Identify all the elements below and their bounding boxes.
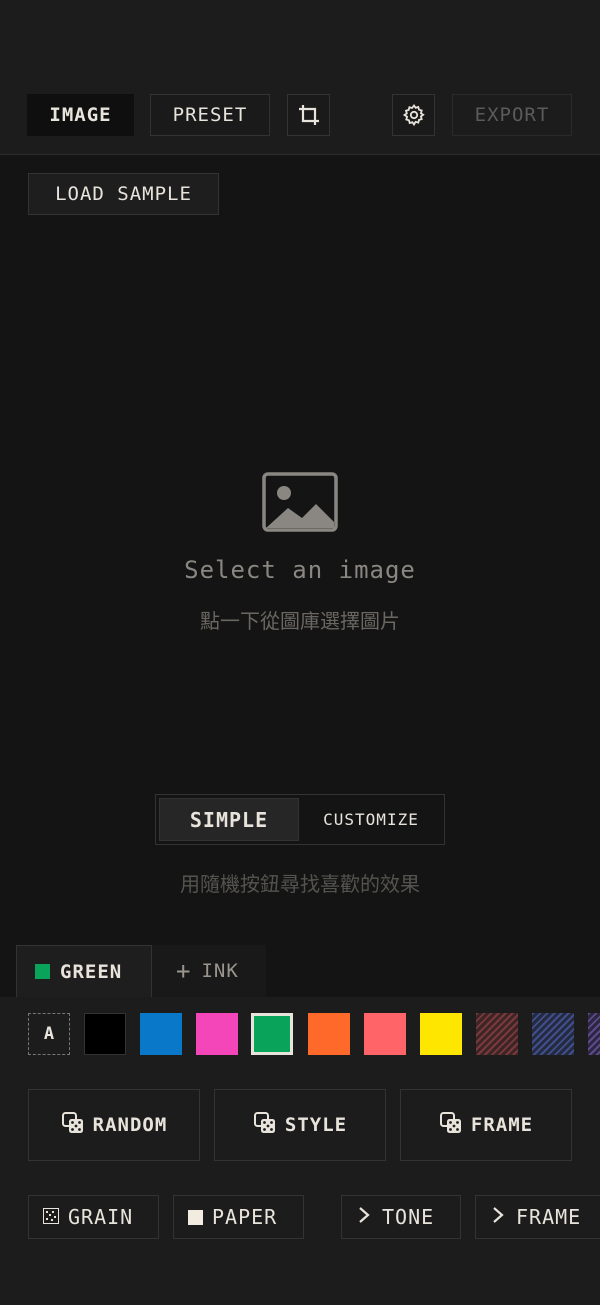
crop-button[interactable]	[287, 94, 330, 136]
color-swatch-row: A	[0, 997, 600, 1074]
tab-ink-label: INK	[201, 960, 239, 982]
load-sample-button[interactable]: LOAD SAMPLE	[28, 173, 219, 215]
swatch-coral[interactable]	[364, 1013, 406, 1055]
frame-label: FRAME	[470, 1114, 534, 1136]
paper-toggle[interactable]: PAPER	[173, 1195, 304, 1239]
swatch-hatched-blue[interactable]	[532, 1013, 574, 1055]
bottom-options-row: GRAIN PAPER TONE FRAME	[0, 1179, 600, 1305]
tone-expander[interactable]: TONE	[341, 1195, 461, 1239]
swatch-blue[interactable]	[140, 1013, 182, 1055]
placeholder-subtitle: 點一下從圖庫選擇圖片	[200, 609, 400, 633]
tone-label: TONE	[382, 1205, 435, 1229]
green-color-square	[35, 964, 50, 979]
swatch-green-selected[interactable]	[251, 1013, 293, 1055]
dice-icon	[61, 1111, 93, 1140]
paper-label: PAPER	[212, 1205, 278, 1229]
mode-switch: SIMPLE CUSTOMIZE	[155, 794, 445, 845]
tab-green[interactable]: GREEN	[16, 945, 152, 997]
image-picker-area[interactable]: Select an image 點一下從圖庫選擇圖片	[0, 440, 600, 660]
grain-label: GRAIN	[68, 1205, 134, 1229]
top-toolbar: IMAGE PRESET EXPORT	[0, 0, 600, 155]
dice-icon	[253, 1111, 285, 1140]
paper-icon	[188, 1209, 203, 1225]
swatch-hatched-purple[interactable]	[588, 1013, 600, 1055]
tab-green-label: GREEN	[60, 960, 123, 983]
style-label: STYLE	[284, 1114, 348, 1136]
random-label: RANDOM	[92, 1114, 168, 1136]
chevron-right-icon	[358, 1205, 370, 1229]
random-button[interactable]: RANDOM	[28, 1089, 200, 1161]
frame-expander[interactable]: FRAME	[475, 1195, 600, 1239]
mode-hint: 用隨機按鈕尋找喜歡的效果	[180, 872, 420, 896]
gear-icon	[402, 103, 426, 127]
simple-mode-option[interactable]: SIMPLE	[159, 798, 299, 841]
grain-icon	[43, 1205, 59, 1229]
random-frame-button[interactable]: FRAME	[400, 1089, 572, 1161]
placeholder-title: Select an image	[184, 556, 416, 584]
export-button[interactable]: EXPORT	[452, 94, 572, 136]
settings-button[interactable]	[392, 94, 435, 136]
random-actions-row: RANDOM STYLE FRAME	[0, 1073, 600, 1180]
swatch-hatched-red[interactable]	[476, 1013, 518, 1055]
customize-mode-option[interactable]: CUSTOMIZE	[301, 798, 441, 841]
image-icon	[262, 472, 338, 536]
preset-tab-button[interactable]: PRESET	[150, 94, 270, 136]
frame-expander-label: FRAME	[516, 1205, 582, 1229]
crop-icon	[297, 103, 321, 127]
swatch-yellow[interactable]	[420, 1013, 462, 1055]
grain-toggle[interactable]: GRAIN	[28, 1195, 159, 1239]
tab-add-ink[interactable]: + INK	[152, 945, 266, 997]
dice-icon	[439, 1111, 471, 1140]
plus-icon: +	[176, 957, 192, 985]
swatch-pink[interactable]	[196, 1013, 238, 1055]
chevron-right-icon	[492, 1205, 504, 1229]
auto-swatch[interactable]: A	[28, 1013, 70, 1055]
random-style-button[interactable]: STYLE	[214, 1089, 386, 1161]
swatch-black[interactable]	[84, 1013, 126, 1055]
image-tab-button[interactable]: IMAGE	[27, 94, 134, 136]
swatch-orange[interactable]	[308, 1013, 350, 1055]
ink-tabs: GREEN + INK	[0, 943, 600, 998]
